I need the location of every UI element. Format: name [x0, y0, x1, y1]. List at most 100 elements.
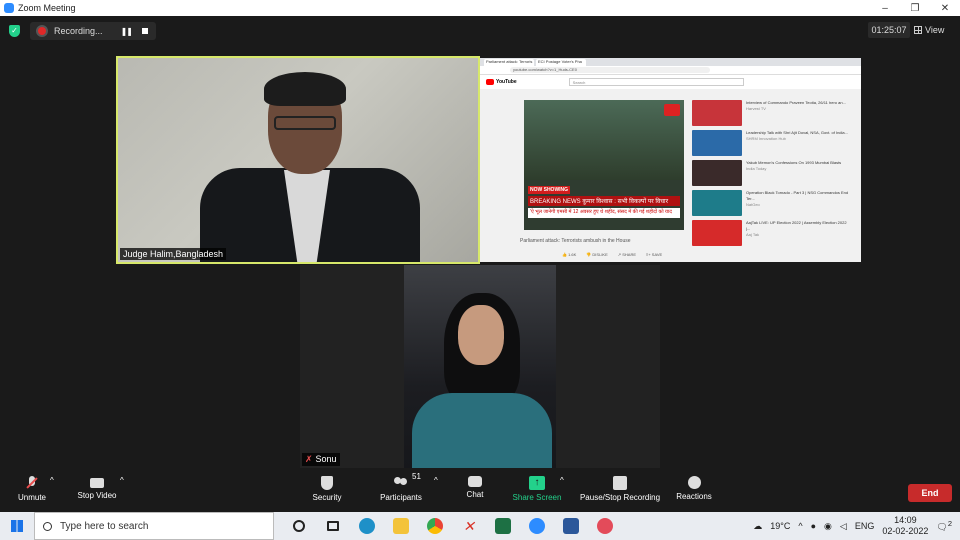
- recording-controls-icon: [613, 476, 627, 490]
- share-screen-label: Share Screen: [512, 493, 562, 502]
- participants-options-caret[interactable]: ^: [434, 476, 438, 485]
- chat-button[interactable]: Chat: [458, 476, 492, 499]
- participants-count: 51: [412, 472, 421, 481]
- cortana-button[interactable]: [282, 512, 316, 540]
- meeting-stage: ✓ Recording... ❚❚ 01:25:07 View Judge Ha…: [0, 16, 960, 470]
- unmute-label: Unmute: [17, 493, 46, 502]
- zoom-app[interactable]: [520, 512, 554, 540]
- browser-tab[interactable]: Parliament attack: Terroris: [484, 59, 534, 66]
- excel-app[interactable]: [486, 512, 520, 540]
- weather-icon: ☁: [753, 520, 763, 531]
- share-options-caret[interactable]: ^: [560, 476, 564, 485]
- video-thumbnail: [692, 190, 742, 216]
- maximize-button[interactable]: ❐: [900, 3, 930, 14]
- pause-recording-icon[interactable]: ❚❚: [121, 27, 133, 36]
- dislike-button[interactable]: 👎 DISLIKE: [586, 252, 607, 257]
- participant-video-glasses: [274, 116, 336, 130]
- word-app[interactable]: [554, 512, 588, 540]
- suggested-video[interactable]: Yakub Memon's Confessions On 1993 Mumbai…: [692, 160, 852, 189]
- meeting-toolbar: Unmute ^ Stop Video ^ Security Participa…: [0, 470, 960, 512]
- stop-video-label: Stop Video: [77, 491, 117, 500]
- taskbar-clock[interactable]: 14:09 02-02-2022: [882, 515, 928, 537]
- shared-screen-tile[interactable]: Parliament attack: Terroris ECI Postage …: [480, 58, 861, 262]
- record-dot-icon: [38, 27, 46, 35]
- task-view-button[interactable]: [316, 512, 350, 540]
- shield-icon: [321, 476, 333, 490]
- suggested-video[interactable]: Leadership Talk with Shri Ajit Doval, NS…: [692, 130, 852, 159]
- video-tile-sonu[interactable]: ✗ Sonu: [300, 265, 660, 468]
- close-button[interactable]: ✕: [930, 3, 960, 14]
- video-camera-icon: [90, 478, 104, 488]
- security-button[interactable]: Security: [308, 476, 346, 502]
- youtube-search-input[interactable]: Search: [568, 78, 744, 86]
- video-options-caret[interactable]: ^: [120, 476, 124, 485]
- recording-label: Recording...: [54, 26, 103, 36]
- security-shield-icon[interactable]: ✓: [9, 25, 20, 37]
- video-thumbnail: [692, 100, 742, 126]
- file-explorer-app[interactable]: [384, 512, 418, 540]
- minimize-button[interactable]: –: [870, 3, 900, 14]
- chrome-app[interactable]: [418, 512, 452, 540]
- window-controls: – ❐ ✕: [870, 3, 960, 14]
- stop-recording-icon[interactable]: [142, 28, 148, 34]
- muted-microphone-icon: [24, 476, 40, 490]
- language-indicator[interactable]: ENG: [855, 521, 875, 531]
- view-button[interactable]: View: [914, 22, 956, 38]
- pause-stop-recording-button[interactable]: Pause/Stop Recording: [576, 476, 664, 502]
- end-meeting-button[interactable]: End: [908, 484, 952, 502]
- search-icon: [43, 521, 52, 531]
- suggested-video[interactable]: Interview of Commando Praveen Teotia, 26…: [692, 100, 852, 129]
- unmute-button[interactable]: Unmute: [14, 476, 50, 502]
- wifi-icon[interactable]: ◉: [824, 521, 832, 532]
- excel-icon: [495, 518, 511, 534]
- channel-logo: [664, 104, 680, 116]
- edge-app[interactable]: [350, 512, 384, 540]
- reactions-button[interactable]: Reactions: [674, 476, 714, 501]
- breaking-news-banner: BREAKING NEWS कुमार विश्वास : सभी विकल्प…: [528, 196, 680, 206]
- suggested-video[interactable]: Operation Black Tornado - Part 3 | NSG C…: [692, 190, 852, 219]
- youtube-play-icon: [486, 79, 494, 85]
- youtube-logo: YouTube: [486, 79, 517, 85]
- extra-app[interactable]: [588, 512, 622, 540]
- taskbar-search[interactable]: Type here to search: [34, 512, 274, 540]
- stop-video-button[interactable]: Stop Video: [74, 476, 120, 500]
- save-button[interactable]: ≡+ SAVE: [646, 252, 662, 257]
- tool-app[interactable]: ✕: [452, 512, 486, 540]
- share-screen-button[interactable]: ↑ Share Screen: [510, 476, 564, 502]
- video-actions: 👍 1.6K 👎 DISLIKE ↗ SHARE ≡+ SAVE: [562, 252, 662, 257]
- security-label: Security: [312, 493, 342, 502]
- word-icon: [563, 518, 579, 534]
- youtube-sidebar: Interview of Commando Praveen Teotia, 26…: [692, 100, 852, 250]
- windows-logo-icon: [11, 520, 23, 532]
- share-screen-icon: ↑: [529, 476, 545, 490]
- meeting-timer: 01:25:07: [868, 22, 910, 38]
- now-showing-badge: NOW SHOWING: [528, 186, 571, 194]
- volume-icon[interactable]: ◁: [840, 521, 847, 532]
- audio-options-caret[interactable]: ^: [50, 476, 54, 485]
- chrome-icon: [427, 518, 443, 534]
- youtube-video-player[interactable]: NOW SHOWING BREAKING NEWS कुमार विश्वास …: [524, 100, 684, 230]
- browser-url[interactable]: youtube.com/watch?v=1_Huds-CE0: [510, 67, 710, 73]
- clock-time: 14:09: [894, 515, 917, 525]
- participants-icon: [393, 476, 409, 490]
- chat-label: Chat: [466, 490, 484, 499]
- notifications-icon[interactable]: 🗨2: [936, 519, 952, 533]
- start-button[interactable]: [0, 512, 34, 540]
- suggested-video[interactable]: AajTak LIVE: UP Election 2022 | Assembly…: [692, 220, 852, 249]
- reactions-label: Reactions: [676, 492, 712, 501]
- video-tile-judge[interactable]: Judge Halim,Bangladesh: [116, 56, 480, 264]
- taskbar-search-placeholder: Type here to search: [60, 520, 149, 532]
- tray-expand-icon[interactable]: ^: [798, 521, 802, 531]
- weather-temp[interactable]: 19°C: [770, 521, 790, 531]
- browser-tab[interactable]: ECI Postage Voter's Pha: [536, 59, 586, 66]
- participant-video-body: [412, 393, 552, 468]
- like-button[interactable]: 👍 1.6K: [562, 252, 576, 257]
- news-ticker: 'ऐ भूल जानेगी एमसी में 12 अवसर हुए थे शह…: [528, 208, 680, 218]
- microphone-icon: ●: [810, 521, 817, 531]
- participant-name-label: Judge Halim,Bangladesh: [120, 248, 227, 260]
- share-button[interactable]: ↗ SHARE: [618, 252, 636, 257]
- youtube-header: YouTube Search: [480, 75, 861, 89]
- participant-video: [404, 265, 556, 468]
- video-title: Parliament attack: Terrorists ambush in …: [520, 238, 631, 244]
- participant-video-face: [458, 305, 504, 365]
